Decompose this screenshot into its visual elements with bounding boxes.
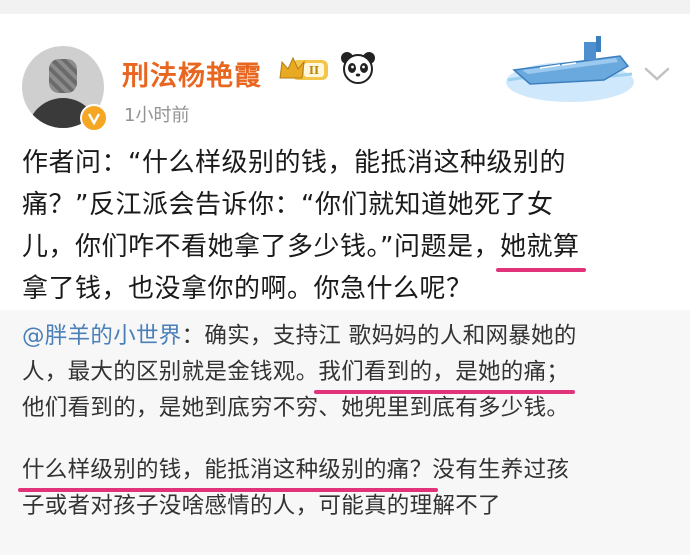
post-body-text: 儿，你们咋不看她拿了多少钱。”问题是， <box>22 232 500 262</box>
post-body: 作者问：“什么样级别的钱，能抵消这种级别的 痛？”反江派会告诉你：“你们就知道她… <box>18 142 682 314</box>
highlighted-text: 拿了钱，也没拿你的啊。 <box>18 268 320 314</box>
weibo-post-card: 刑法杨艳霞 II 1小时前 作者问：“什么样级别的钱，能抵消这种级别的 痛？”反… <box>0 14 690 555</box>
verified-badge-icon <box>80 104 108 132</box>
highlighted-text: 她就算 <box>496 226 585 272</box>
chevron-down-icon[interactable] <box>644 66 670 82</box>
quote-line: 他们看到的，是她到底穷不穷、她兜里到底有多少钱。 <box>22 395 570 421</box>
quote-text-segment: ：确实，支持江 歌妈妈的人和网暴她的 <box>181 323 577 349</box>
vip-level-text: II <box>309 64 319 77</box>
quote-text-segment: 人，最大的区别就是金钱观。 <box>22 359 319 385</box>
mention-link[interactable]: @胖羊的小世界 <box>22 323 182 349</box>
post-body-line: 痛？”反江派会告诉你：“你们就知道她死了女 <box>22 190 554 220</box>
highlighted-text: 我们看到的，是她的痛； <box>314 354 576 394</box>
post-timestamp: 1小时前 <box>124 105 190 126</box>
username[interactable]: 刑法杨艳霞 <box>122 54 262 93</box>
post-body-line: 儿，你们咋不看她拿了多少钱。”问题是，她就算 <box>22 226 682 272</box>
avatar-face-blurred <box>49 59 77 93</box>
quote-line: @胖羊的小世界：确实，支持江 歌妈妈的人和网暴她的 <box>22 318 682 354</box>
quote-text-segment: 没有生养过孩 <box>432 457 570 483</box>
post-body-text: 你急什么呢？ <box>313 274 473 304</box>
quote-line: 子或者对孩子没啥感情的人，可能真的理解不了 <box>22 493 501 519</box>
ship-card-decoration <box>506 36 634 102</box>
quote-line: 什么样级别的钱，能抵消这种级别的痛？没有生养过孩 <box>17 452 682 492</box>
quote-line: 人，最大的区别就是金钱观。我们看到的，是她的痛； <box>22 354 682 394</box>
top-strip <box>0 0 690 14</box>
panda-icon <box>341 52 375 84</box>
post-body-line: 作者问：“什么样级别的钱，能抵消这种级别的 <box>22 148 566 178</box>
post-body-line: 拿了钱，也没拿你的啊。你急什么呢？ <box>18 268 682 314</box>
vip-crown-badge-icon: II <box>279 56 328 80</box>
highlighted-text: 什么样级别的钱，能抵消这种级别的痛？ <box>17 452 439 492</box>
quoted-text: @胖羊的小世界：确实，支持江 歌妈妈的人和网暴她的 人，最大的区别就是金钱观。我… <box>17 318 682 524</box>
